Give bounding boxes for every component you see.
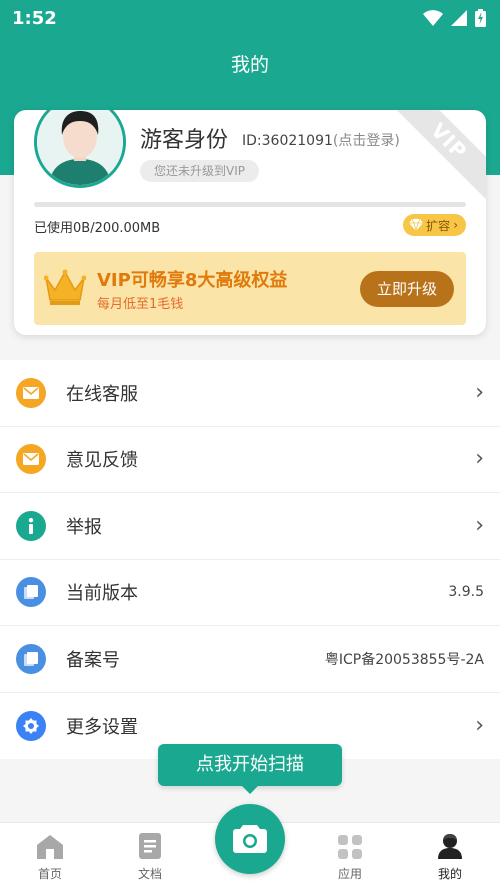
nav-label: 我的	[437, 867, 462, 881]
document-icon	[139, 833, 161, 859]
user-id-text: ID:36021091	[242, 133, 333, 149]
status-bar: 1:52	[0, 0, 500, 36]
icp-record-value: 粤ICP备20053855号-2A	[324, 651, 484, 668]
expand-storage-button[interactable]: 扩容 ›	[403, 214, 466, 236]
camera-scan-button[interactable]	[215, 804, 285, 874]
storage-progress-bar	[34, 202, 466, 207]
storage-usage-text: 已使用0B/200.00MB	[34, 221, 161, 236]
wifi-icon	[423, 10, 443, 26]
crown-icon	[44, 269, 86, 305]
chevron-right-icon: ›	[453, 218, 458, 232]
menu-item-icp-record[interactable]: 备案号 粤ICP备20053855号-2A	[0, 626, 500, 693]
avatar[interactable]	[34, 110, 126, 188]
copy-icon	[16, 643, 46, 674]
nav-item-home[interactable]: 首页	[0, 823, 100, 890]
vip-status-badge: 您还未升级到VIP	[140, 160, 259, 182]
menu-label: 更多设置	[66, 716, 138, 738]
apps-icon	[338, 835, 362, 859]
expand-label: 扩容	[426, 218, 451, 233]
menu-item-feedback[interactable]: 意见反馈 ›	[0, 427, 500, 493]
page-title: 我的	[230, 54, 269, 76]
copy-icon	[16, 577, 46, 608]
mail-icon	[16, 377, 46, 408]
battery-icon	[475, 9, 486, 27]
diamond-icon	[409, 219, 424, 231]
chevron-right-icon: ›	[475, 512, 484, 538]
vip-promo-banner[interactable]: VIP可畅享8大高级权益 每月低至1毛钱 立即升级	[34, 252, 466, 325]
menu-label: 举报	[66, 516, 102, 538]
profile-icon	[438, 834, 462, 859]
nav-item-profile[interactable]: 我的	[400, 823, 500, 890]
avatar-icon	[37, 110, 123, 185]
menu-label: 备案号	[66, 649, 120, 671]
vip-banner-title: VIP可畅享8大高级权益	[97, 270, 288, 291]
vip-banner-subtitle: 每月低至1毛钱	[97, 297, 184, 312]
username[interactable]: 游客身份	[140, 122, 228, 154]
menu-item-current-version[interactable]: 当前版本 3.9.5	[0, 560, 500, 626]
mail-icon	[16, 444, 46, 475]
chevron-right-icon: ›	[475, 712, 484, 738]
scan-tooltip[interactable]: 点我开始扫描	[158, 744, 342, 794]
login-link[interactable]: (点击登录)	[333, 133, 400, 149]
menu-label: 在线客服	[66, 383, 138, 405]
menu-item-online-service[interactable]: 在线客服 ›	[0, 360, 500, 427]
nav-label: 首页	[37, 867, 62, 881]
version-value: 3.9.5	[448, 584, 484, 601]
settings-menu: 在线客服 › 意见反馈 › 举报 › 当前版本 3.9.5 备案号 粤ICP备2…	[0, 360, 500, 759]
menu-item-report[interactable]: 举报 ›	[0, 493, 500, 560]
gear-icon	[16, 710, 46, 741]
profile-card: VIP 游客身份 ID:36021091(点击登录) 您还未升级到VIP 已使用…	[14, 110, 486, 335]
menu-label: 当前版本	[66, 583, 138, 605]
upgrade-now-button[interactable]: 立即升级	[360, 271, 454, 307]
nav-item-apps[interactable]: 应用	[300, 823, 400, 890]
user-id[interactable]: ID:36021091(点击登录)	[242, 130, 400, 150]
info-icon	[16, 510, 46, 541]
nav-label: 文档	[137, 867, 162, 881]
nav-label: 应用	[337, 867, 362, 881]
chevron-right-icon: ›	[475, 446, 484, 472]
status-icons	[423, 9, 486, 27]
vip-ribbon: VIP	[385, 110, 486, 205]
camera-icon	[233, 825, 267, 853]
menu-label: 意见反馈	[66, 450, 138, 472]
signal-icon	[451, 10, 467, 26]
status-time: 1:52	[12, 7, 57, 29]
home-icon	[37, 835, 63, 859]
nav-item-documents[interactable]: 文档	[100, 823, 200, 890]
chevron-right-icon: ›	[475, 379, 484, 405]
